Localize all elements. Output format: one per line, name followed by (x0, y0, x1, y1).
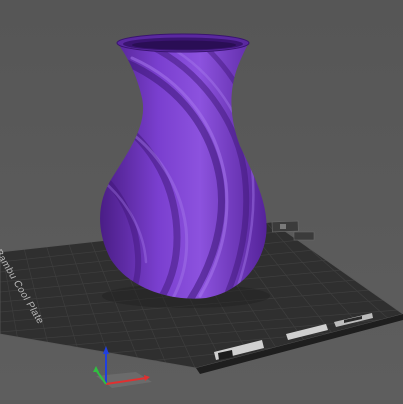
3d-viewport[interactable]: Bambu Cool Plate (0, 0, 403, 400)
